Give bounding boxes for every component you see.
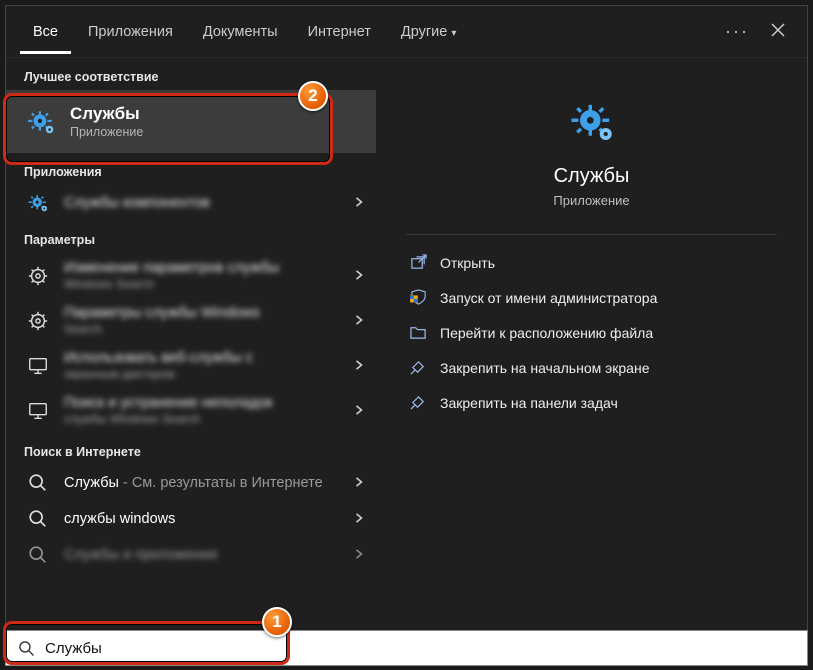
section-settings: Параметры <box>6 221 376 253</box>
result-setting[interactable]: Использовать веб-службы сэкранным диктор… <box>6 343 376 388</box>
chevron-right-icon <box>354 546 364 564</box>
search-icon <box>24 472 52 494</box>
pin-icon <box>410 359 440 376</box>
result-web[interactable]: Службы - См. результаты в Интернете <box>6 465 376 501</box>
chevron-right-icon <box>354 194 364 212</box>
search-icon <box>24 508 52 530</box>
pin-icon <box>410 394 440 411</box>
preview-title: Службы <box>406 165 777 188</box>
preview-pane: Службы Приложение Открыть Запуск от имен… <box>406 58 777 420</box>
close-button[interactable] <box>763 23 793 41</box>
gear-icon <box>24 265 52 287</box>
result-setting[interactable]: Параметры службы WindowsSearch <box>6 298 376 343</box>
gear-icon <box>24 310 52 332</box>
services-icon <box>24 107 58 137</box>
tab-apps[interactable]: Приложения <box>75 10 186 54</box>
chevron-right-icon <box>354 510 364 528</box>
action-open[interactable]: Открыть <box>406 245 777 280</box>
result-web[interactable]: службы windows <box>6 501 376 537</box>
tab-docs[interactable]: Документы <box>190 10 291 54</box>
chevron-right-icon <box>354 357 364 375</box>
tab-internet[interactable]: Интернет <box>295 10 384 54</box>
more-options-button[interactable]: ··· <box>715 21 759 42</box>
open-icon <box>410 254 440 271</box>
search-input[interactable] <box>45 640 795 657</box>
services-icon <box>406 98 777 151</box>
monitor-icon <box>24 355 52 377</box>
chevron-right-icon <box>354 312 364 330</box>
preview-subtitle: Приложение <box>406 193 777 208</box>
result-setting[interactable]: Изменение параметров службыWindows Searc… <box>6 253 376 298</box>
result-app[interactable]: Службы компонентов <box>6 185 376 221</box>
action-run-as-admin[interactable]: Запуск от имени администратора <box>406 280 777 315</box>
monitor-icon <box>24 400 52 422</box>
annotation-badge-1: 1 <box>262 607 292 637</box>
result-title: Службы компонентов <box>64 195 354 211</box>
chevron-right-icon <box>354 474 364 492</box>
result-setting[interactable]: Поиск и устранение неполадокслужбы Windo… <box>6 388 376 433</box>
tab-all[interactable]: Все <box>20 10 71 54</box>
section-web: Поиск в Интернете <box>6 433 376 465</box>
action-open-file-location[interactable]: Перейти к расположению файла <box>406 315 777 350</box>
search-box[interactable] <box>5 630 808 666</box>
annotation-badge-2: 2 <box>298 81 328 111</box>
search-icon <box>24 544 52 566</box>
chevron-right-icon <box>354 402 364 420</box>
shield-icon <box>410 289 440 306</box>
tab-more[interactable]: Другие <box>388 10 469 54</box>
services-icon <box>24 192 52 214</box>
section-apps: Приложения <box>6 153 376 185</box>
result-subtitle: Приложение <box>70 125 364 139</box>
folder-icon <box>410 324 440 341</box>
action-pin-taskbar[interactable]: Закрепить на панели задач <box>406 385 777 420</box>
result-web[interactable]: Службы и приложения <box>6 537 376 573</box>
action-pin-start[interactable]: Закрепить на начальном экране <box>406 350 777 385</box>
chevron-right-icon <box>354 267 364 285</box>
scope-tabs: Все Приложения Документы Интернет Другие… <box>6 6 807 58</box>
